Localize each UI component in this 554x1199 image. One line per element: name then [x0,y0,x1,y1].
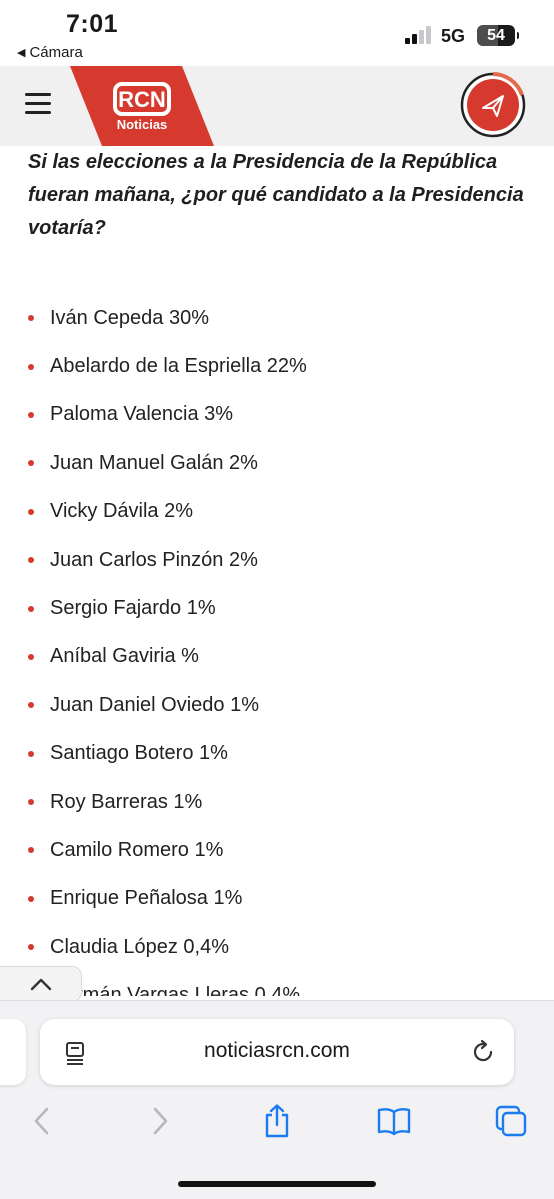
chevron-right-icon [153,1107,168,1135]
list-item: Sergio Fajardo 1% [0,584,554,632]
result-text: Claudia López 0,4% [50,935,230,958]
status-bar: 7:01 ◀ Cámara 5G 54 [0,0,554,66]
bullet-icon [28,750,34,757]
result-text: Juan Daniel Oviedo 1% [50,693,260,716]
result-text: Abelardo de la Espriella 22% [50,355,307,378]
bullet-icon [28,702,34,709]
tabs-button[interactable] [491,1101,531,1141]
result-text: Iván Cepeda 30% [50,306,210,329]
bullet-icon [28,895,34,902]
list-item: Aníbal Gaviria % [0,633,554,681]
send-button[interactable] [460,72,526,138]
list-item: Santiago Botero 1% [0,730,554,778]
result-text: Camilo Romero 1% [50,838,224,861]
previous-tab-preview[interactable] [0,1019,26,1085]
result-text: Enrique Peñalosa 1% [50,887,243,910]
logo-mark: RCN [118,87,166,112]
back-app-label: Cámara [29,44,83,61]
list-item: Abelardo de la Espriella 22% [0,342,554,390]
hamburger-menu-icon[interactable] [25,93,53,115]
list-item: Claudia López 0,4% [0,923,554,971]
result-text: Juan Manuel Galán 2% [50,451,258,474]
bullet-icon [28,315,34,322]
result-text: Roy Barreras 1% [50,790,203,813]
result-text: Santiago Botero 1% [50,742,228,765]
bullet-icon [28,653,34,660]
chevron-left-icon [34,1107,49,1135]
back-triangle-icon: ◀ [17,47,26,59]
result-text: rmán Vargas Lleras 0,4% [76,984,301,996]
list-item: Enrique Peñalosa 1% [0,875,554,923]
bullet-icon [28,799,34,806]
bullet-icon [28,605,34,612]
address-bar[interactable]: noticiasrcn.com [40,1019,514,1085]
paper-plane-icon [460,72,526,138]
battery-level: 54 [487,26,505,44]
status-time: 7:01 [66,10,119,38]
bullet-icon [28,363,34,370]
list-item: Camilo Romero 1% [0,826,554,874]
forward-button[interactable] [140,1101,180,1141]
bullet-icon [28,557,34,564]
home-indicator[interactable] [178,1181,376,1187]
article-body: Si las elecciones a la Presidencia de la… [0,146,554,996]
result-text: Vicky Dávila 2% [50,500,194,523]
poll-results-list: Iván Cepeda 30% Abelardo de la Espriella… [0,294,554,996]
network-type: 5G [441,26,466,46]
bookmarks-button[interactable] [374,1101,414,1141]
bullet-icon [28,460,34,467]
share-button[interactable] [257,1101,297,1141]
tabs-icon [495,1105,527,1137]
logo-text: Noticias [117,117,168,132]
battery-indicator: 54 [477,25,519,46]
poll-question: Si las elecciones a la Presidencia de la… [28,151,524,239]
bullet-icon [28,508,34,515]
result-text: Aníbal Gaviria % [50,645,199,668]
back-button[interactable] [22,1101,62,1141]
share-icon [265,1104,289,1138]
url-text: noticiasrcn.com [204,1039,350,1062]
result-text: Paloma Valencia 3% [50,403,234,426]
book-icon [377,1108,411,1136]
result-text: Juan Carlos Pinzón 2% [50,548,258,571]
cellular-signal-icon [405,26,433,44]
list-item: rmán Vargas Lleras 0,4% [0,971,554,996]
bullet-icon [28,847,34,854]
list-item: Juan Daniel Oviedo 1% [0,681,554,729]
list-item: Juan Carlos Pinzón 2% [0,536,554,584]
collapse-toolbar-button[interactable] [0,966,82,1002]
back-to-app-link[interactable]: ◀ Cámara [17,44,83,61]
bullet-icon [28,944,34,951]
list-item: Vicky Dávila 2% [0,488,554,536]
result-text: Sergio Fajardo 1% [50,597,216,620]
list-item: Paloma Valencia 3% [0,391,554,439]
bullet-icon [28,411,34,418]
chevron-up-icon [30,978,51,991]
list-item: Roy Barreras 1% [0,778,554,826]
reload-icon[interactable] [470,1039,496,1065]
list-item: Iván Cepeda 30% [0,294,554,342]
rcn-noticias-logo[interactable]: RCN Noticias [70,66,214,146]
list-item: Juan Manuel Galán 2% [0,439,554,487]
browser-toolbar: noticiasrcn.com [0,1000,554,1199]
